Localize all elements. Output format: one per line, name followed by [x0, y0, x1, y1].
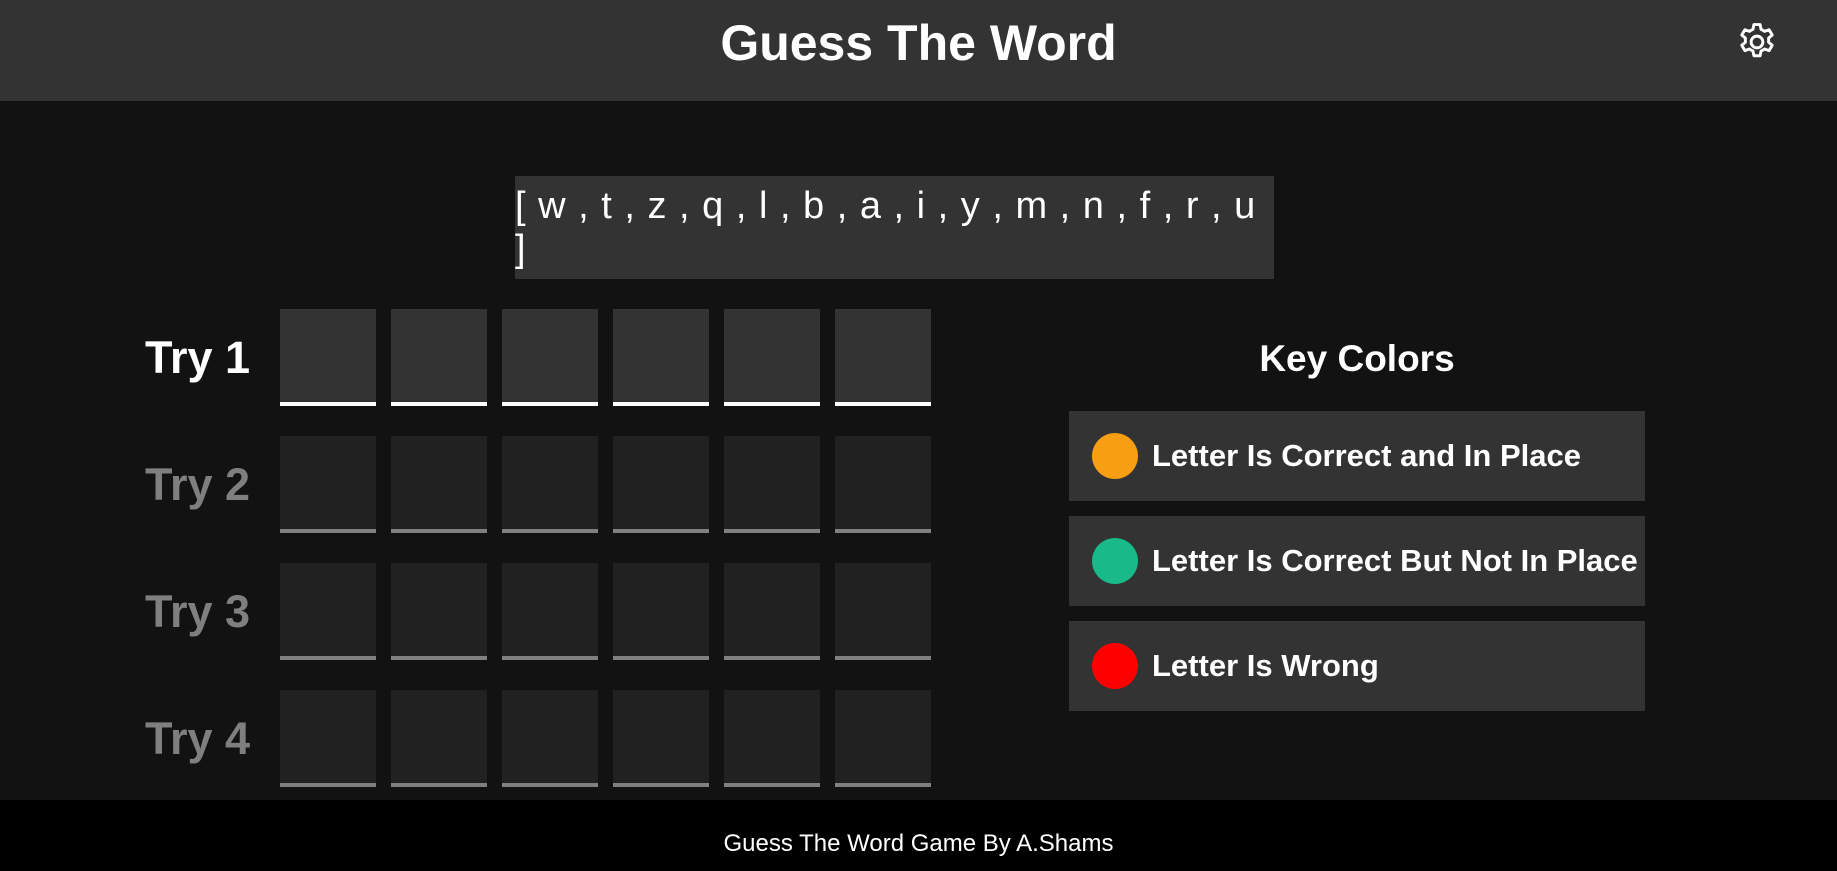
- gear-icon[interactable]: [1735, 20, 1779, 64]
- letter-input: [280, 563, 376, 660]
- page-title: Guess The Word: [720, 15, 1117, 71]
- letter-input: [613, 436, 709, 533]
- try-row: Try 4: [145, 690, 935, 787]
- try-row: Try 2: [145, 436, 935, 533]
- letter-input: [835, 563, 931, 660]
- letter-input: [502, 690, 598, 787]
- key-color-label: Letter Is Wrong: [1152, 648, 1379, 683]
- letter-input[interactable]: [724, 309, 820, 406]
- key-color-label: Letter Is Correct and In Place: [1152, 438, 1581, 473]
- footer-text: Guess The Word Game By A.Shams: [723, 830, 1114, 857]
- key-colors-title: Key Colors: [1259, 338, 1455, 379]
- header: Guess The Word: [0, 0, 1837, 101]
- try-row: Try 1: [145, 309, 935, 406]
- letter-input: [391, 690, 487, 787]
- letter-input: [391, 563, 487, 660]
- try-label: Try 2: [145, 459, 251, 510]
- letter-input: [613, 563, 709, 660]
- try-label: Try 3: [145, 586, 251, 637]
- letter-input: [502, 563, 598, 660]
- key-color-item: Letter Is Wrong: [1069, 621, 1645, 711]
- letter-input: [280, 690, 376, 787]
- letter-input[interactable]: [280, 309, 376, 406]
- letter-input: [835, 436, 931, 533]
- footer: Guess The Word Game By A.Shams: [0, 800, 1837, 871]
- key-color-label: Letter Is Correct But Not In Place: [1152, 543, 1638, 578]
- letter-input[interactable]: [391, 309, 487, 406]
- try-row: Try 3: [145, 563, 935, 660]
- letter-input: [391, 436, 487, 533]
- try-label: Try 1: [145, 332, 251, 383]
- try-label: Try 4: [145, 713, 251, 764]
- letter-input[interactable]: [613, 309, 709, 406]
- letter-input: [502, 436, 598, 533]
- letter-input: [280, 436, 376, 533]
- color-dot-icon: [1092, 538, 1138, 584]
- available-letters: [ w , t , z , q , l , b , a , i , y , m …: [515, 176, 1274, 279]
- letter-input: [724, 690, 820, 787]
- letter-input[interactable]: [502, 309, 598, 406]
- letter-input: [835, 690, 931, 787]
- color-dot-icon: [1092, 433, 1138, 479]
- color-dot-icon: [1092, 643, 1138, 689]
- letter-input[interactable]: [835, 309, 931, 406]
- letter-input: [613, 690, 709, 787]
- key-color-item: Letter Is Correct But Not In Place: [1069, 516, 1645, 606]
- letter-input: [724, 436, 820, 533]
- key-color-item: Letter Is Correct and In Place: [1069, 411, 1645, 501]
- letter-input: [724, 563, 820, 660]
